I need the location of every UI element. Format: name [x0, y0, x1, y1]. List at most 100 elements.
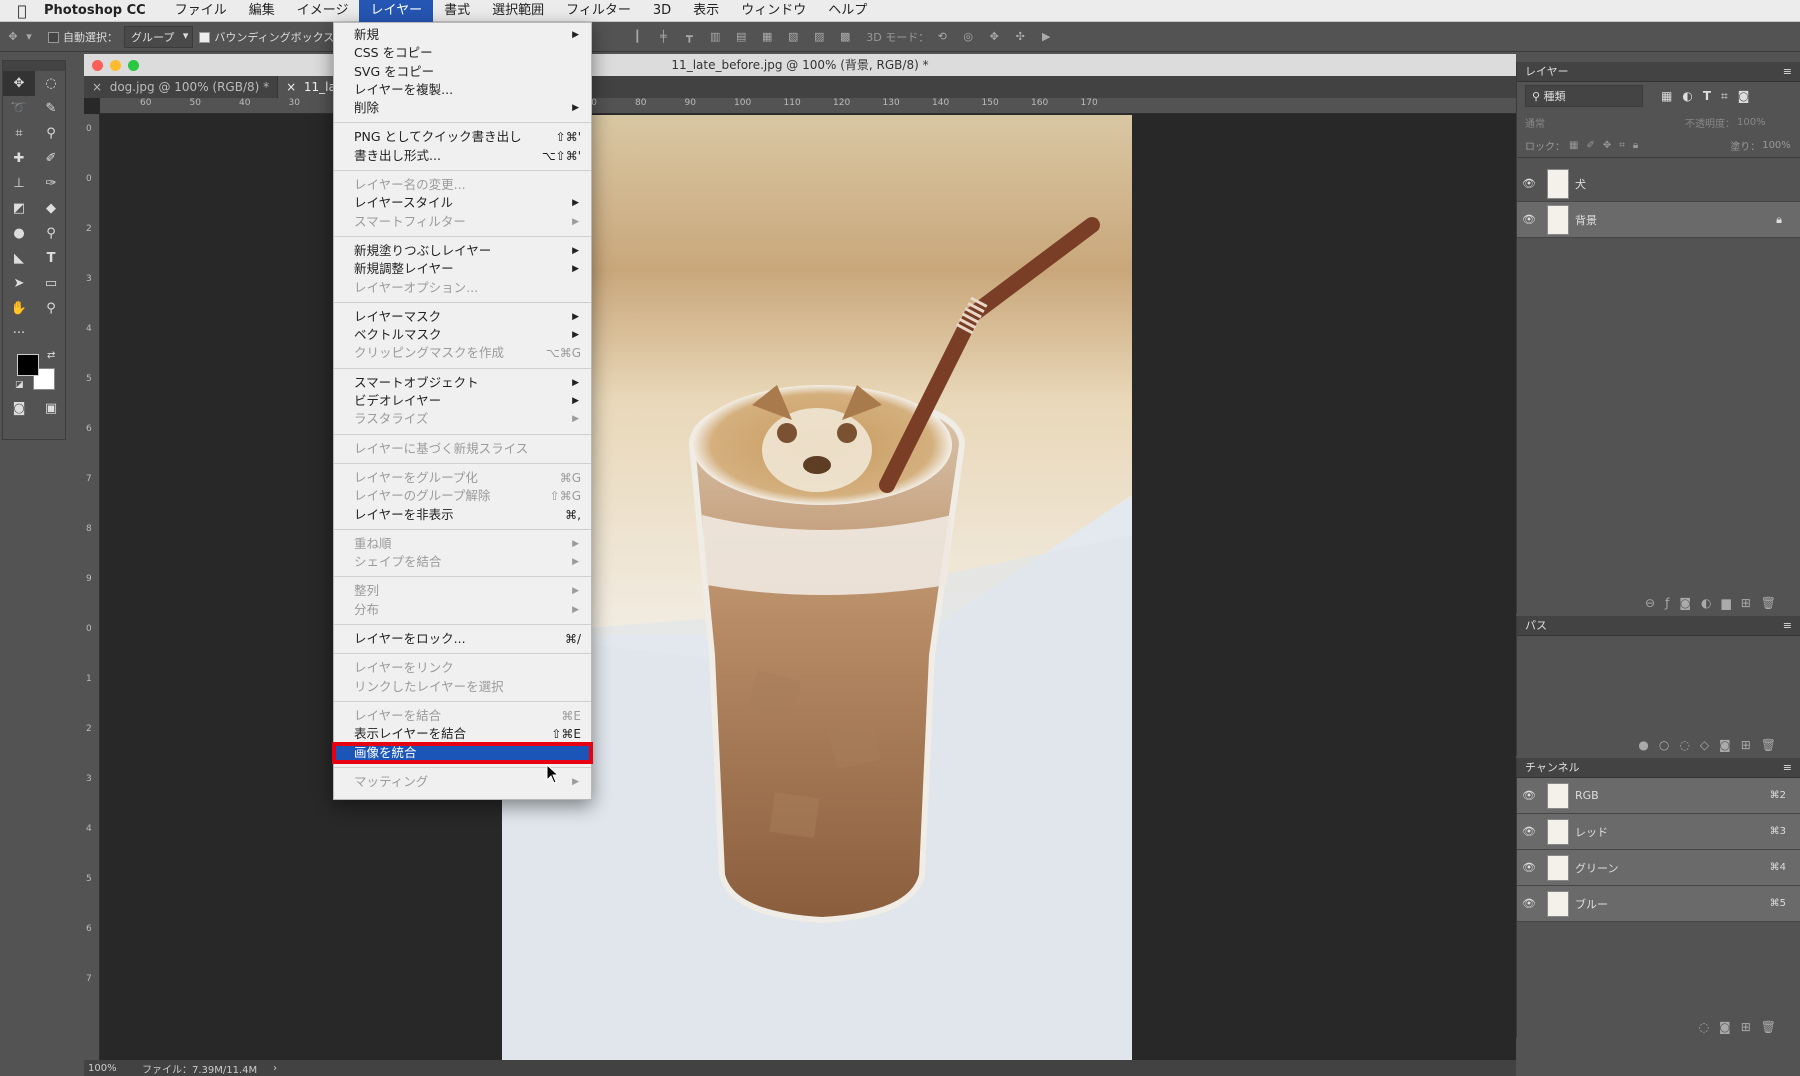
rectangle-tool-icon[interactable]: ▭	[35, 271, 67, 296]
dodge-tool-icon[interactable]: ⚲	[35, 221, 67, 246]
channel-thumbnail[interactable]	[1547, 890, 1569, 917]
channels-panel-title[interactable]: チャンネル ≡	[1517, 758, 1800, 778]
menu-item[interactable]: SVG をコピー	[334, 63, 591, 81]
folder-icon[interactable]: ▆	[1721, 596, 1740, 610]
menu-item[interactable]: レイヤーを複製...	[334, 81, 591, 99]
panel-menu-icon[interactable]: ≡	[1783, 616, 1792, 636]
eyedropper-tool-icon[interactable]: ⚲	[35, 121, 67, 146]
menu-item[interactable]: ベクトルマスク ▶	[334, 326, 591, 344]
type-tool-icon[interactable]: T	[35, 246, 67, 271]
opacity-value[interactable]: 100%	[1737, 117, 1766, 128]
menu-item[interactable]: 削除 ▶	[334, 99, 591, 117]
filter-smart-icon[interactable]: ◙	[1738, 89, 1750, 103]
zoom-level[interactable]: 100%	[84, 1063, 136, 1074]
channel-row[interactable]: 👁︎ グリーン ⌘4	[1517, 850, 1800, 886]
filter-pixel-icon[interactable]: ▦	[1661, 89, 1672, 103]
bucket-tool-icon[interactable]: ◆	[35, 196, 67, 221]
menu-10[interactable]: ヘルプ	[817, 0, 878, 22]
channel-thumbnail[interactable]	[1547, 818, 1569, 845]
distribute-icon[interactable]: ▨	[812, 30, 826, 44]
channel-row[interactable]: 👁︎ レッド ⌘3	[1517, 814, 1800, 850]
menu-1[interactable]: 編集	[238, 0, 286, 22]
color-swatches[interactable]: ⇄ ◪	[3, 346, 65, 396]
move-tool-icon[interactable]: ✥	[3, 71, 35, 96]
fill-path-icon[interactable]: ●	[1638, 738, 1658, 752]
menu-item[interactable]: レイヤーをロック... ⌘/	[334, 630, 591, 648]
new-channel-icon[interactable]: ⊞	[1741, 1020, 1761, 1034]
layer-thumbnail[interactable]	[1547, 168, 1569, 199]
slide-3d-icon[interactable]: ✣	[1013, 30, 1027, 44]
canvas-image[interactable]	[502, 115, 1132, 1060]
paths-panel-title[interactable]: パス ≡	[1517, 616, 1800, 636]
menu-3[interactable]: レイヤー	[359, 0, 434, 22]
lock-artboard-icon[interactable]: ⌗	[1619, 140, 1625, 151]
menu-4[interactable]: 書式	[433, 0, 481, 22]
pen-tool-icon[interactable]: ◣	[3, 246, 35, 271]
load-selection-icon[interactable]: ◌	[1679, 738, 1699, 752]
vertical-ruler[interactable]: 0 0 2 3 4 5 6 7 8 9 0 1 2 3 4 5 6 7	[84, 114, 100, 1060]
menu-item[interactable]: レイヤースタイル ▶	[334, 194, 591, 212]
lasso-tool-icon[interactable]: ➰	[3, 96, 35, 121]
filter-type-icon[interactable]: T	[1703, 89, 1711, 103]
eye-icon[interactable]: 👁︎	[1517, 789, 1541, 802]
menu-8[interactable]: 表示	[682, 0, 730, 22]
distribute-icon[interactable]: ▦	[760, 30, 774, 44]
distribute-icon[interactable]: ▤	[734, 30, 748, 44]
lock-all-icon[interactable]: 🔒︎	[1633, 140, 1638, 151]
filter-shape-icon[interactable]: ⌗	[1721, 89, 1728, 104]
link-icon[interactable]: ⊖	[1645, 596, 1665, 610]
eye-icon[interactable]: 👁︎	[1517, 897, 1541, 910]
new-path-icon[interactable]: ⊞	[1741, 738, 1761, 752]
layer-filter-dropdown[interactable]: ⚲ 種類	[1525, 85, 1643, 107]
align-icon[interactable]: ┃	[630, 30, 644, 44]
menu-item[interactable]: 表示レイヤーを結合 ⇧⌘E	[334, 725, 591, 743]
close-icon[interactable]: ×	[286, 80, 296, 94]
eraser-tool-icon[interactable]: ◩	[3, 196, 35, 221]
eye-icon[interactable]: 👁︎	[1517, 861, 1541, 874]
channel-thumbnail[interactable]	[1547, 854, 1569, 881]
swap-colors-icon[interactable]: ⇄	[47, 350, 55, 361]
menu-7[interactable]: 3D	[642, 0, 682, 22]
filter-adjust-icon[interactable]: ◐	[1682, 89, 1692, 103]
save-selection-icon[interactable]: ◙	[1719, 1020, 1741, 1034]
eye-icon[interactable]: 👁︎	[1517, 825, 1541, 838]
move-tool-icon[interactable]: ✥	[6, 30, 20, 44]
menu-9[interactable]: ウィンドウ	[730, 0, 817, 22]
close-icon[interactable]: ×	[92, 80, 102, 94]
foreground-color-swatch[interactable]	[17, 354, 39, 376]
lock-transparent-icon[interactable]: ▦	[1569, 140, 1578, 151]
blend-mode-dropdown[interactable]: 通常	[1525, 115, 1685, 130]
channel-row[interactable]: 👁︎ ブルー ⌘5	[1517, 886, 1800, 922]
tab-dog[interactable]: × dog.jpg @ 100% (RGB/8) *	[84, 76, 279, 98]
screen-mode-icon[interactable]: ▣	[35, 396, 67, 421]
menu-5[interactable]: 選択範囲	[481, 0, 555, 22]
load-channel-icon[interactable]: ◌	[1699, 1020, 1719, 1034]
trash-icon[interactable]: 🗑︎	[1761, 738, 1786, 752]
lock-brush-icon[interactable]: ✐	[1586, 140, 1594, 151]
video-camera-icon[interactable]: ▶	[1039, 30, 1053, 44]
close-window-icon[interactable]	[92, 60, 103, 71]
mask-icon[interactable]: ◙	[1719, 738, 1741, 752]
adjustment-icon[interactable]: ◐	[1701, 596, 1721, 610]
chevron-down-icon[interactable]: ▾	[22, 30, 36, 44]
default-colors-icon[interactable]: ◪	[15, 380, 24, 390]
menu-2[interactable]: イメージ	[286, 0, 360, 22]
layers-panel-title[interactable]: レイヤー ≡	[1517, 62, 1800, 82]
menu-item[interactable]: 新規調整レイヤー ▶	[334, 260, 591, 278]
auto-select-checkbox[interactable]	[48, 31, 59, 43]
distribute-icon[interactable]: ▧	[786, 30, 800, 44]
menu-item[interactable]: レイヤーマスク ▶	[334, 308, 591, 326]
app-name[interactable]: Photoshop CC	[44, 3, 146, 18]
bounding-box-checkbox[interactable]	[199, 31, 211, 43]
stamp-tool-icon[interactable]: ⊥	[3, 171, 35, 196]
apple-icon[interactable]: 	[0, 2, 44, 20]
distribute-icon[interactable]: ▥	[708, 30, 722, 44]
marquee-tool-icon[interactable]: ◌	[35, 71, 67, 96]
layer-row[interactable]: 👁︎ 背景 🔒︎	[1517, 202, 1800, 238]
healing-brush-tool-icon[interactable]: ✚	[3, 146, 35, 171]
menu-item-flatten-image[interactable]: 画像を統合	[332, 741, 593, 764]
path-select-tool-icon[interactable]: ➤	[3, 271, 35, 296]
roll-3d-icon[interactable]: ◎	[961, 30, 975, 44]
menu-item[interactable]: 新規塗りつぶしレイヤー ▶	[334, 242, 591, 260]
auto-align-icon[interactable]: ▩	[838, 30, 852, 44]
